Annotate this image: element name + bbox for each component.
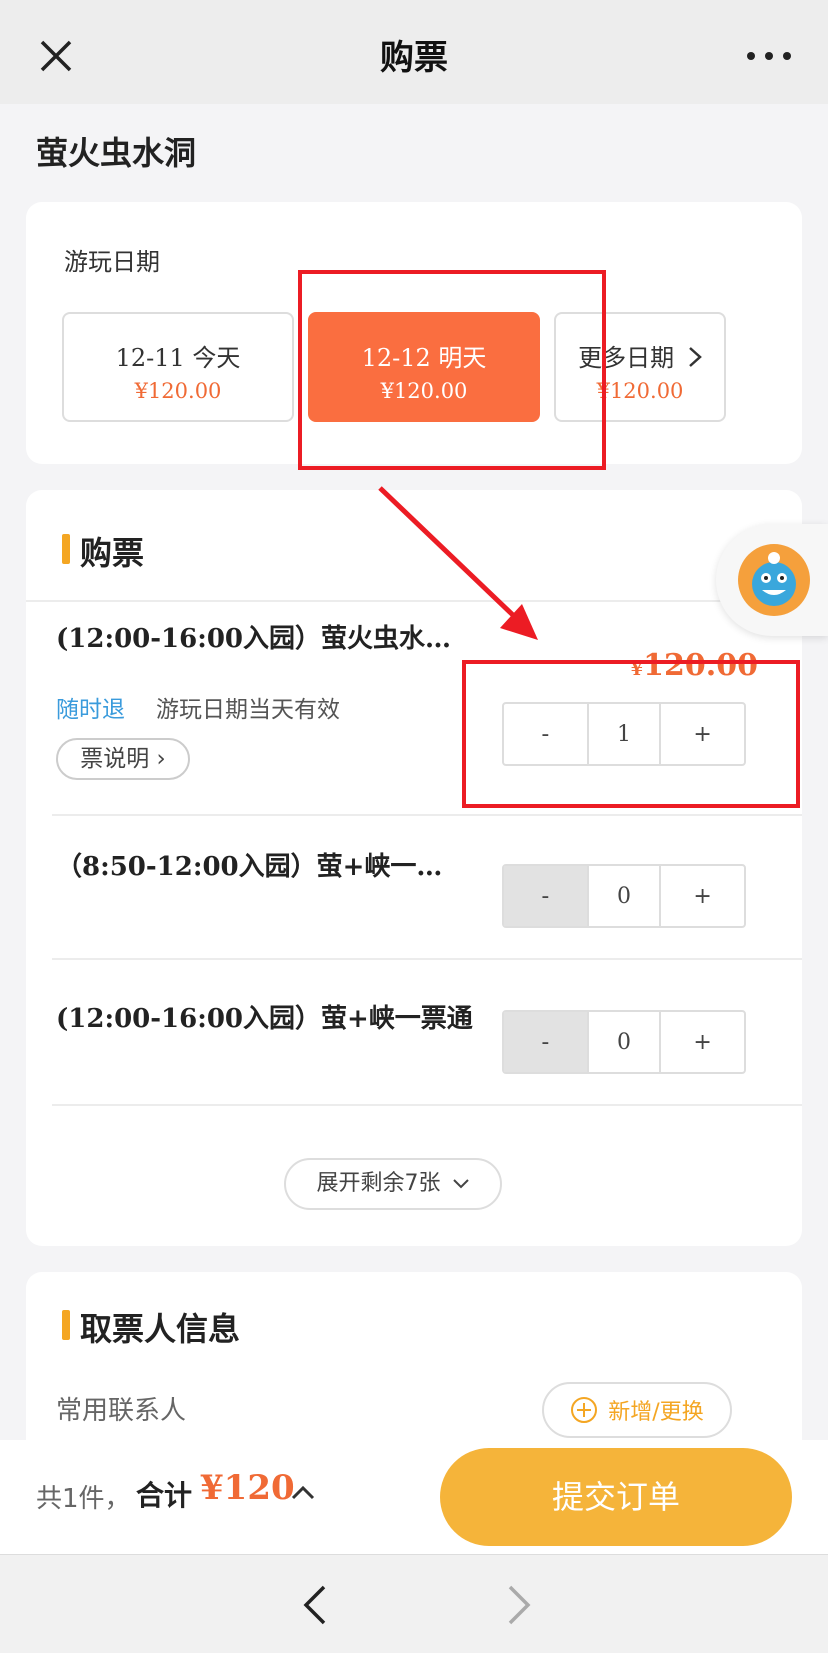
- quantity-stepper: - 0 +: [502, 864, 746, 928]
- ticket-name[interactable]: (12:00-16:00入园）萤+峡一票通: [56, 998, 473, 1035]
- ticket-explain-button[interactable]: 票说明 ›: [56, 738, 190, 780]
- more-dates-label: 更多日期: [578, 344, 675, 372]
- decrease-button[interactable]: -: [504, 866, 589, 926]
- decrease-button[interactable]: -: [504, 1012, 589, 1072]
- contact-label: 常用联系人: [56, 1396, 187, 1426]
- date-option-price: ¥120.00: [596, 379, 684, 403]
- tickets-card: 购票 (12:00-16:00入园）萤火虫水… 随时退 游玩日期当天有效 票说明…: [26, 490, 802, 1246]
- date-option-tomorrow[interactable]: 12-12 明天 ¥120.00: [308, 312, 540, 422]
- total-label: 合计: [136, 1479, 193, 1512]
- divider: [52, 814, 802, 816]
- ticket-price: ¥120.00: [631, 648, 758, 683]
- expand-tickets-button[interactable]: 展开剩余7张: [284, 1158, 502, 1210]
- currency-symbol: ¥: [630, 659, 644, 680]
- top-bar: 购票: [0, 0, 828, 104]
- expand-label: 展开剩余7张: [316, 1171, 441, 1196]
- add-change-contact-button[interactable]: 新增/更换: [542, 1382, 732, 1438]
- date-option-today[interactable]: 12-11 今天 ¥120.00: [62, 312, 294, 422]
- validity-text: 游玩日期当天有效: [156, 697, 340, 723]
- increase-button[interactable]: +: [659, 1012, 744, 1072]
- item-count: 共1件，: [36, 1484, 131, 1514]
- quantity-stepper: - 0 +: [502, 1010, 746, 1074]
- chevron-down-icon: [452, 1179, 469, 1189]
- divider: [26, 600, 802, 602]
- increase-button[interactable]: +: [659, 704, 744, 764]
- mascot-icon: [752, 552, 796, 606]
- contact-section-title: 取票人信息: [62, 1304, 240, 1350]
- ticket-name[interactable]: (12:00-16:00入园）萤火虫水…: [56, 618, 451, 655]
- back-arrow-icon[interactable]: [296, 1583, 336, 1627]
- page-title: 购票: [380, 38, 448, 78]
- chevron-up-icon[interactable]: [290, 1482, 316, 1502]
- quantity-stepper: - 1 +: [502, 702, 746, 766]
- decrease-button[interactable]: -: [504, 704, 589, 764]
- date-option-price: ¥120.00: [380, 379, 468, 403]
- more-dates-row: 更多日期: [556, 338, 724, 373]
- date-label: 游玩日期: [64, 248, 160, 276]
- divider: [52, 958, 802, 960]
- more-options-icon[interactable]: [744, 44, 794, 68]
- date-option-more[interactable]: 更多日期 ¥120.00: [554, 312, 726, 422]
- date-option-date: 12-12 明天: [361, 344, 487, 372]
- floating-assistant-button[interactable]: [716, 524, 828, 636]
- browser-nav-bar: [0, 1554, 828, 1653]
- divider: [52, 1104, 802, 1106]
- total-value: ¥120: [200, 1468, 295, 1508]
- scenic-name: 萤火虫水洞: [36, 134, 197, 172]
- increase-button[interactable]: +: [659, 866, 744, 926]
- date-option-price: ¥120.00: [134, 379, 222, 403]
- date-option-date: 12-11 今天: [115, 344, 241, 372]
- refund-tag: 随时退: [56, 697, 125, 723]
- bottom-bar: 共1件， 合计 ¥120 提交订单: [0, 1440, 828, 1554]
- quantity-value[interactable]: 1: [589, 704, 659, 764]
- ticket-name[interactable]: （8:50-12:00入园）萤+峡一…: [56, 846, 442, 883]
- mascot-avatar: [738, 544, 810, 616]
- plus-circle-icon: [571, 1397, 598, 1423]
- date-card: 游玩日期 12-11 今天 ¥120.00 12-12 明天 ¥120.00 更…: [26, 202, 802, 464]
- chevron-right-icon: [688, 347, 702, 367]
- ticket-explain-label: 票说明: [80, 746, 150, 772]
- submit-order-button[interactable]: 提交订单: [440, 1448, 792, 1546]
- quantity-value[interactable]: 0: [589, 866, 659, 926]
- price-value: 120.00: [643, 648, 758, 683]
- add-change-label: 新增/更换: [608, 1400, 704, 1425]
- chevron-right-icon: ›: [149, 746, 166, 772]
- tickets-section-title: 购票: [62, 528, 144, 574]
- quantity-value[interactable]: 0: [589, 1012, 659, 1072]
- forward-arrow-icon[interactable]: [498, 1583, 538, 1627]
